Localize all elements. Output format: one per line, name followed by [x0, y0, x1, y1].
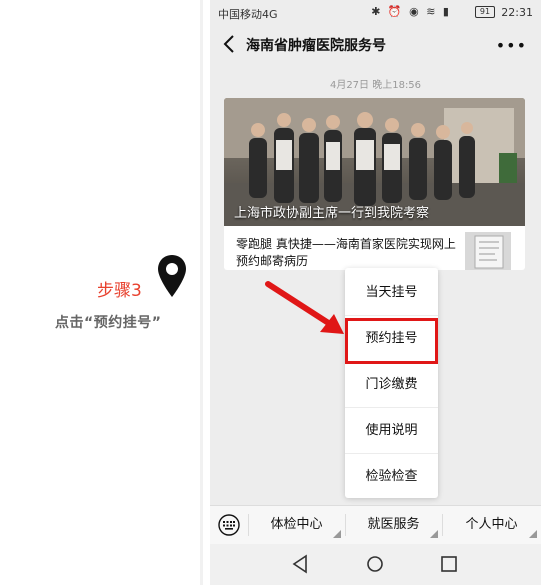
- bottom-menu-label: 就医服务: [367, 517, 420, 532]
- highlight-box: [345, 318, 438, 364]
- article-sub-item[interactable]: 零跑腿 真快捷——海南首家医院实现网上预约邮寄病历: [224, 226, 525, 270]
- bottom-menu-personal-center[interactable]: 个人中心: [442, 506, 541, 544]
- battery-icon: 91: [475, 6, 495, 18]
- status-bar: 中国移动4G ✱ ⏰ ◉ ≋ ▮ 91 22:31: [210, 0, 541, 26]
- divider: [200, 0, 203, 585]
- article-hero-title: 上海市政协副主席一行到我院考察: [234, 206, 430, 221]
- step-instruction: 点击“预约挂号”: [55, 315, 162, 331]
- popup-menu: 当天挂号 预约挂号 门诊缴费 使用说明 检验检查: [345, 268, 438, 498]
- nav-recents-icon[interactable]: [436, 552, 462, 576]
- submenu-indicator-icon: [529, 530, 537, 538]
- bottom-menu-label: 体检中心: [270, 517, 323, 532]
- menu-item-same-day-register[interactable]: 当天挂号: [345, 270, 438, 316]
- menu-item-lab-results[interactable]: 检验检查: [345, 454, 438, 500]
- article-thumbnail: [465, 232, 511, 270]
- menu-item-outpatient-payment[interactable]: 门诊缴费: [345, 362, 438, 408]
- nav-home-icon[interactable]: [362, 552, 388, 576]
- service-menu-bar: 体检中心 就医服务 个人中心: [210, 505, 541, 544]
- back-arrow-icon[interactable]: [220, 32, 240, 56]
- nav-back-icon[interactable]: [288, 552, 314, 576]
- chat-header: 海南省肿瘤医院服务号 •••: [210, 26, 541, 62]
- separator: [248, 514, 249, 536]
- status-icons: ✱ ⏰ ◉ ≋ ▮: [371, 5, 451, 18]
- clock: 22:31: [501, 6, 533, 19]
- submenu-indicator-icon: [430, 530, 438, 538]
- article-sub-title: 零跑腿 真快捷——海南首家医院实现网上预约邮寄病历: [236, 237, 456, 268]
- chat-title: 海南省肿瘤医院服务号: [246, 38, 386, 54]
- location-pin-icon: [158, 255, 186, 297]
- article-card[interactable]: 上海市政协副主席一行到我院考察 零跑腿 真快捷——海南首家医院实现网上预约邮寄病…: [224, 98, 525, 270]
- submenu-indicator-icon: [333, 530, 341, 538]
- menu-item-user-guide[interactable]: 使用说明: [345, 408, 438, 454]
- bottom-menu-label: 个人中心: [465, 517, 518, 532]
- keyboard-icon[interactable]: [218, 514, 240, 536]
- article-hero-image[interactable]: 上海市政协副主席一行到我院考察: [224, 98, 525, 226]
- separator: [345, 514, 346, 536]
- annotation-panel: 步骤3 点击“预约挂号”: [0, 0, 200, 585]
- message-timestamp: 4月27日 晚上18:56: [329, 80, 422, 91]
- android-nav-bar: [210, 544, 541, 585]
- bottom-menu-medical-service[interactable]: 就医服务: [345, 506, 442, 544]
- carrier-label: 中国移动4G: [218, 8, 278, 21]
- separator: [442, 514, 443, 536]
- more-options-icon[interactable]: •••: [496, 36, 527, 55]
- step-label: 步骤3: [97, 281, 142, 301]
- phone-screen: 中国移动4G ✱ ⏰ ◉ ≋ ▮ 91 22:31 海南省肿瘤医院服务号 •••…: [210, 0, 541, 585]
- red-arrow-icon: [265, 281, 344, 334]
- bottom-menu-physical-exam[interactable]: 体检中心: [248, 506, 345, 544]
